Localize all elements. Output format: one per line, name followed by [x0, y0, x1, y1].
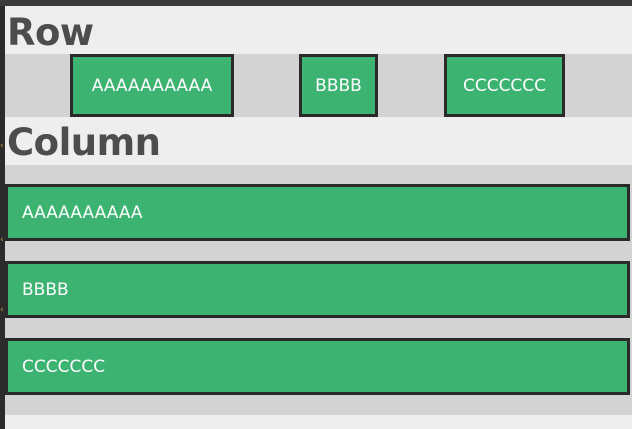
window-top-edge — [0, 0, 632, 6]
gutter-glyph: ‹ — [0, 142, 4, 151]
column-item-a: AAAAAAAAAA — [5, 184, 630, 241]
column-heading: Column — [7, 121, 161, 164]
row-item-b: BBBB — [299, 54, 378, 117]
row-heading: Row — [7, 11, 94, 54]
row-item-a: AAAAAAAAAA — [70, 54, 234, 117]
preview-frame: ‹ ‹ ‹ Row AAAAAAAAAA BBBB CCCCCCC Column… — [0, 0, 632, 429]
column-item-c: CCCCCCC — [5, 338, 630, 395]
column-item-b: BBBB — [5, 261, 630, 318]
row-item-c: CCCCCCC — [444, 54, 565, 117]
